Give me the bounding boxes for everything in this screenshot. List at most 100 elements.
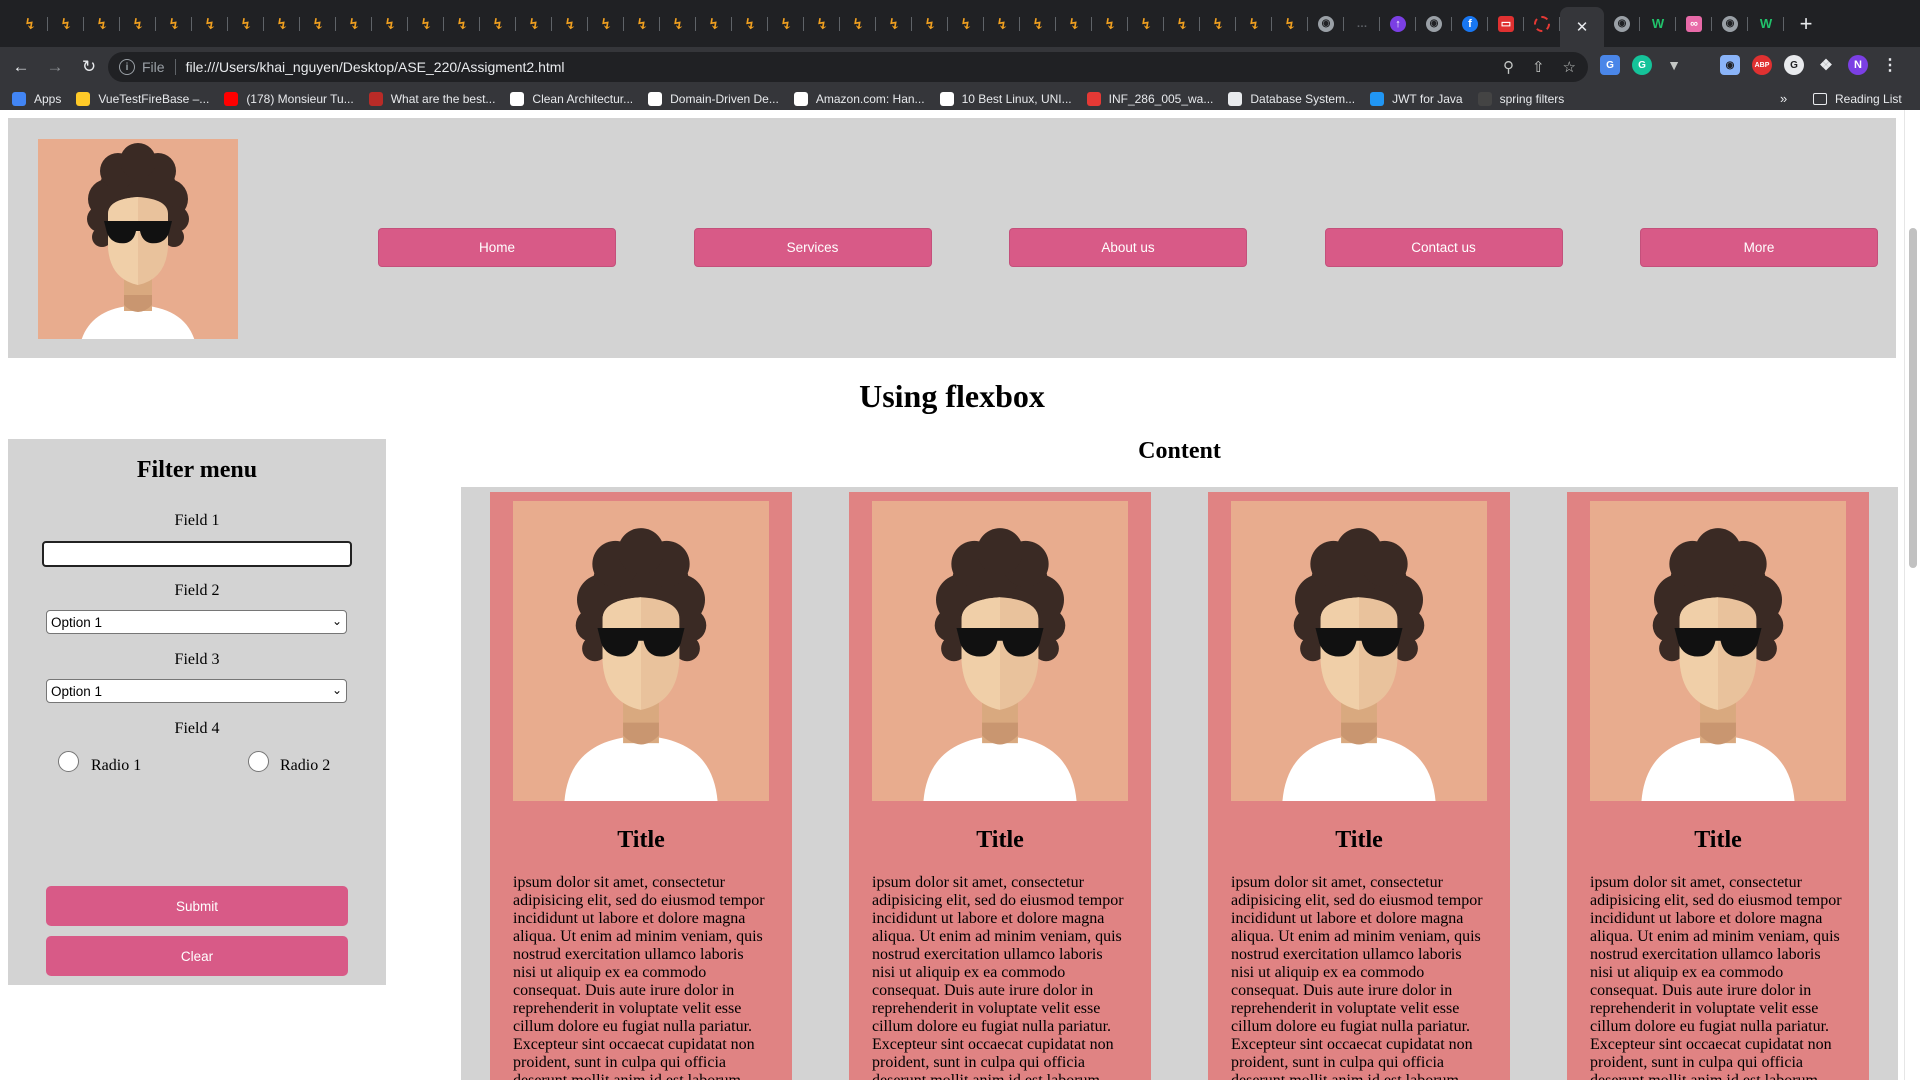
browser-tab[interactable]: ↯ <box>912 6 948 42</box>
nav-button-contact-us[interactable]: Contact us <box>1324 228 1563 267</box>
info-icon[interactable]: i <box>119 59 135 75</box>
bookmark-item[interactable]: Apps <box>12 91 61 106</box>
browser-tab[interactable]: f <box>1452 6 1488 42</box>
field2-select[interactable]: Option 1 ⌄ <box>46 610 347 634</box>
bookmarks-overflow-icon[interactable]: » <box>1780 91 1787 106</box>
tweet-tab-icon: ↯ <box>815 14 829 33</box>
submit-button[interactable]: Submit <box>46 886 348 926</box>
browser-tab[interactable]: ↯ <box>1056 6 1092 42</box>
g-extension-icon[interactable]: G <box>1784 55 1804 75</box>
browser-tab[interactable]: ↯ <box>1236 6 1272 42</box>
vue-devtools-icon[interactable]: ▼ <box>1664 55 1684 75</box>
tweet-tab-icon: ↯ <box>1103 14 1117 33</box>
star-icon[interactable]: ☆ <box>1563 58 1576 76</box>
screen-recorder-icon[interactable]: ◉ <box>1720 55 1740 75</box>
browser-tab[interactable]: ↯ <box>1164 6 1200 42</box>
adblock-icon[interactable]: ABP <box>1752 55 1772 75</box>
browser-tab[interactable]: ↯ <box>372 6 408 42</box>
browser-tab[interactable]: ↯ <box>408 6 444 42</box>
browser-tab[interactable]: ↯ <box>480 6 516 42</box>
browser-tab[interactable]: ↯ <box>12 6 48 42</box>
zoom-icon[interactable]: ⚲ <box>1503 58 1514 76</box>
forward-icon[interactable]: → <box>42 54 68 80</box>
kebab-menu-icon[interactable]: ⋮ <box>1880 55 1900 75</box>
bookmark-item[interactable]: Amazon.com: Han... <box>793 91 925 106</box>
browser-tab[interactable]: ↯ <box>156 6 192 42</box>
back-icon[interactable]: ← <box>8 54 34 80</box>
scrollbar-thumb[interactable] <box>1909 228 1917 568</box>
share-icon[interactable]: ⇧ <box>1532 58 1545 76</box>
browser-tab[interactable]: ↯ <box>1092 6 1128 42</box>
puzzle-icon[interactable]: ❖ <box>1816 55 1836 75</box>
browser-tab[interactable]: ↯ <box>516 6 552 42</box>
browser-tab[interactable]: ↯ <box>336 6 372 42</box>
bookmark-item[interactable]: Clean Architectur... <box>510 91 633 106</box>
browser-tab[interactable]: ◉ <box>1712 6 1748 42</box>
grammarly-extension-icon[interactable]: G <box>1632 55 1652 75</box>
browser-tab[interactable]: ✕ <box>1560 7 1604 47</box>
browser-tab[interactable]: ↯ <box>768 6 804 42</box>
browser-tab[interactable]: ↯ <box>624 6 660 42</box>
browser-tab[interactable]: ↯ <box>84 6 120 42</box>
browser-tab[interactable]: ↯ <box>876 6 912 42</box>
browser-tab[interactable]: ◉ <box>1308 6 1344 42</box>
new-tab-icon[interactable]: + <box>1790 8 1822 40</box>
browser-tab[interactable]: ▭ <box>1488 6 1524 42</box>
bookmark-item[interactable]: JWT for Java <box>1370 91 1463 106</box>
nav-button-services[interactable]: Services <box>693 228 932 267</box>
browser-tab[interactable]: ↯ <box>48 6 84 42</box>
browser-tab[interactable]: ↯ <box>948 6 984 42</box>
browser-tab[interactable]: ↯ <box>732 6 768 42</box>
browser-tab[interactable]: ↯ <box>804 6 840 42</box>
tab-close-icon[interactable]: ✕ <box>1576 18 1589 36</box>
profile-avatar[interactable]: N <box>1848 55 1868 75</box>
browser-tab[interactable]: … <box>1344 6 1380 42</box>
bookmark-item[interactable]: What are the best... <box>368 91 495 106</box>
browser-tab[interactable]: W <box>1748 6 1784 42</box>
nav-button-home[interactable]: Home <box>378 228 616 267</box>
bookmark-item[interactable]: INF_286_005_wa... <box>1086 91 1213 106</box>
browser-tab[interactable]: ↯ <box>660 6 696 42</box>
bookmark-item[interactable]: 10 Best Linux, UNI... <box>939 91 1072 106</box>
bookmark-item[interactable]: (178) Monsieur Tu... <box>224 91 354 106</box>
bookmark-item[interactable]: Domain-Driven De... <box>648 91 779 106</box>
browser-tab[interactable]: ↯ <box>1020 6 1056 42</box>
browser-tab[interactable]: ∞ <box>1676 6 1712 42</box>
browser-tab[interactable]: ↯ <box>300 6 336 42</box>
browser-tab[interactable]: ↯ <box>192 6 228 42</box>
browser-tab[interactable]: ↑ <box>1380 6 1416 42</box>
url-text[interactable]: file:///Users/khai_nguyen/Desktop/ASE_22… <box>186 59 565 75</box>
browser-tab[interactable]: W <box>1640 6 1676 42</box>
browser-tab[interactable]: ↯ <box>444 6 480 42</box>
page-scrollbar[interactable] <box>1904 110 1920 1080</box>
browser-tab[interactable]: ↯ <box>1128 6 1164 42</box>
browser-tab[interactable]: ↯ <box>552 6 588 42</box>
translate-extension-icon[interactable]: G <box>1600 55 1620 75</box>
reading-list-button[interactable]: Reading List <box>1813 92 1902 106</box>
browser-tab[interactable]: ↯ <box>588 6 624 42</box>
browser-tab[interactable]: ↯ <box>1272 6 1308 42</box>
browser-tab[interactable]: ↯ <box>984 6 1020 42</box>
radio1-button[interactable] <box>58 751 79 772</box>
field3-select[interactable]: Option 1 ⌄ <box>46 679 347 703</box>
bookmark-item[interactable]: VueTestFireBase –... <box>76 91 209 106</box>
bookmark-item[interactable]: spring filters <box>1477 91 1564 106</box>
browser-tab[interactable] <box>1524 6 1560 42</box>
browser-tab[interactable]: ↯ <box>120 6 156 42</box>
bookmark-item[interactable]: Database System... <box>1228 91 1355 106</box>
browser-tab[interactable]: ↯ <box>696 6 732 42</box>
radio2-button[interactable] <box>248 751 269 772</box>
field1-input[interactable] <box>42 541 352 567</box>
clear-button[interactable]: Clear <box>46 936 348 976</box>
browser-tab[interactable]: ◉ <box>1416 6 1452 42</box>
nav-button-about-us[interactable]: About us <box>1009 228 1247 267</box>
browser-tab[interactable]: ↯ <box>264 6 300 42</box>
browser-tab[interactable]: ◉ <box>1604 6 1640 42</box>
nav-button-more[interactable]: More <box>1640 228 1878 267</box>
address-bar[interactable]: i File file:///Users/khai_nguyen/Desktop… <box>108 52 1588 82</box>
browser-tab[interactable]: ↯ <box>840 6 876 42</box>
reload-icon[interactable]: ↻ <box>76 54 102 80</box>
browser-tab[interactable]: ↯ <box>1200 6 1236 42</box>
tweet-tab-icon: ↯ <box>959 14 973 33</box>
browser-tab[interactable]: ↯ <box>228 6 264 42</box>
